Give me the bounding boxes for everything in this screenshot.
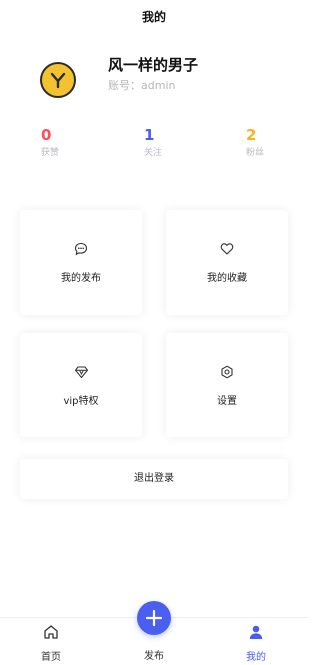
user-icon <box>249 625 263 639</box>
publish-button[interactable] <box>137 601 171 635</box>
tab-mine[interactable]: 我的 <box>226 618 286 665</box>
stat-fans-label: 粉丝 <box>246 148 265 158</box>
stat-likes[interactable]: 0 获赞 <box>41 126 81 159</box>
vip-card[interactable]: vip特权 <box>20 333 142 437</box>
profile-header: 风一样的男子 账号：admin <box>38 54 278 102</box>
stat-fans[interactable]: 2 粉丝 <box>246 126 286 159</box>
tab-home-label: 首页 <box>41 652 61 663</box>
stat-likes-value: 0 <box>41 126 52 144</box>
settings-card[interactable]: 设置 <box>166 333 288 437</box>
plus-icon <box>145 609 163 627</box>
stat-likes-label: 获赞 <box>41 148 60 158</box>
avatar-y-icon <box>50 72 66 89</box>
stats-row: 0 获赞 1 关注 2 粉丝 <box>0 127 308 163</box>
settings-label: 设置 <box>217 396 237 407</box>
chat-bubble-icon <box>74 242 88 256</box>
user-nickname: 风一样的男子 <box>108 56 199 74</box>
user-account: 账号：admin <box>108 79 176 92</box>
profile-page: 我的 风一样的男子 账号：admin 0 获赞 1 关注 2 粉丝 我的发布 我… <box>0 0 308 665</box>
tab-mine-label: 我的 <box>246 652 266 663</box>
stat-following-value: 1 <box>144 126 155 144</box>
heart-icon <box>220 243 234 255</box>
stat-following[interactable]: 1 关注 <box>144 126 184 159</box>
my-favorites-card[interactable]: 我的收藏 <box>166 210 288 315</box>
stat-following-label: 关注 <box>144 148 163 158</box>
publish-label: 发布 <box>144 651 164 662</box>
my-favorites-label: 我的收藏 <box>207 273 247 284</box>
my-posts-card[interactable]: 我的发布 <box>20 210 142 315</box>
avatar[interactable] <box>40 62 76 98</box>
tab-home[interactable]: 首页 <box>21 618 81 665</box>
my-posts-label: 我的发布 <box>61 273 101 284</box>
vip-label: vip特权 <box>63 396 99 407</box>
stat-fans-value: 2 <box>246 126 257 144</box>
gear-icon <box>221 365 233 379</box>
diamond-icon <box>74 366 88 379</box>
page-title: 我的 <box>141 10 166 24</box>
logout-button[interactable]: 退出登录 <box>20 459 288 499</box>
home-icon <box>44 625 58 639</box>
